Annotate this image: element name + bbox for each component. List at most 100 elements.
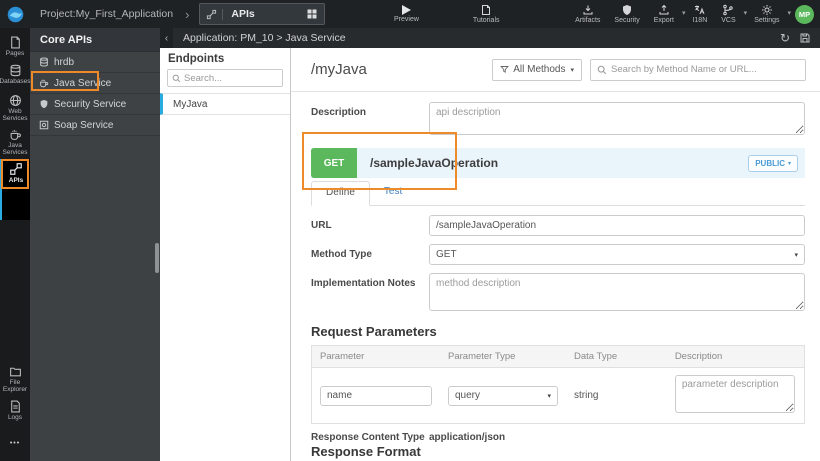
coffee-icon <box>39 78 49 88</box>
rail-item-web-services[interactable]: Web Services <box>0 94 30 123</box>
operation-path: /sampleJavaOperation <box>370 156 499 170</box>
parameter-description-textarea[interactable] <box>674 375 795 413</box>
collapse-panel-button[interactable]: ‹ <box>160 28 173 48</box>
search-icon <box>597 65 607 74</box>
page-icon <box>10 36 20 49</box>
tab-test[interactable]: Test <box>370 181 416 205</box>
caret-down-icon: ▾ <box>794 251 798 259</box>
apis-icon <box>10 163 22 175</box>
rail-item-logs[interactable]: Logs <box>0 400 30 421</box>
artifacts-button[interactable]: Artifacts <box>575 4 600 24</box>
breadcrumb-bar: ‹ Application: PM_10 > Java Service ↻ <box>160 28 820 48</box>
table-row: query ▾ string <box>312 368 805 424</box>
filter-icon <box>500 66 510 73</box>
sidebar-item-hrdb[interactable]: hrdb <box>30 52 160 73</box>
preview-button[interactable]: Preview <box>394 5 419 23</box>
operation-tabs: Define Test <box>311 181 805 206</box>
sidebar-item-security-service[interactable]: Security Service <box>30 94 160 115</box>
tutorials-button[interactable]: Tutorials <box>473 4 500 24</box>
rail-item-file-explorer[interactable]: File Explorer <box>0 365 30 394</box>
branch-icon <box>723 4 734 16</box>
sidebar-item-soap-service[interactable]: Soap Service <box>30 115 160 136</box>
caret-down-icon: ▾ <box>787 160 791 167</box>
parameter-name-input[interactable] <box>320 385 432 406</box>
rail-item-apis[interactable]: APIs <box>0 159 30 220</box>
sidebar-item-label: Soap Service <box>54 119 114 131</box>
service-title: /myJava <box>311 61 367 78</box>
request-parameters-title: Request Parameters <box>311 324 437 339</box>
sidebar-item-label: Java Service <box>54 77 112 89</box>
database-icon <box>39 57 49 67</box>
coffee-icon <box>10 130 21 140</box>
visibility-dropdown[interactable]: PUBLIC ▾ <box>748 154 798 172</box>
i18n-button[interactable]: I18N <box>692 4 707 24</box>
tab-define[interactable]: Define <box>311 181 370 206</box>
language-icon <box>695 5 705 15</box>
apis-tab-label: APIs <box>231 8 255 20</box>
user-avatar[interactable]: MP <box>795 4 814 24</box>
download-icon <box>583 5 593 15</box>
brand-logo-icon[interactable] <box>0 0 30 28</box>
shield-icon <box>623 5 632 15</box>
parameter-type-select[interactable]: query ▾ <box>448 385 558 406</box>
response-content-type-value: application/json <box>429 432 506 443</box>
globe-icon <box>9 95 21 106</box>
description-textarea[interactable] <box>429 102 805 135</box>
core-apis-panel: Core APIs hrdb Java Service Security Ser… <box>30 28 160 461</box>
project-name[interactable]: Project:My_First_Application <box>40 8 173 20</box>
grid-icon[interactable] <box>306 8 318 20</box>
sidebar-item-label: Security Service <box>54 98 127 110</box>
security-button[interactable]: Security <box>614 4 640 24</box>
response-format-title: Response Format <box>311 444 421 459</box>
column-header: Data Type <box>566 345 667 368</box>
sidebar-item-java-service[interactable]: Java Service <box>30 73 160 94</box>
refresh-icon[interactable]: ↻ <box>780 31 790 45</box>
column-header: Parameter Type <box>440 345 566 368</box>
play-icon <box>401 5 411 15</box>
export-caret-icon: ▾ <box>681 10 686 17</box>
impl-notes-label: Implementation Notes <box>311 278 416 289</box>
rail-item-databases[interactable]: Databases <box>0 64 31 85</box>
apis-workspace-tab[interactable]: APIs <box>199 3 326 25</box>
rail-overflow-icon[interactable]: ••• <box>0 440 30 447</box>
document-icon <box>482 5 491 15</box>
method-type-select[interactable]: GET ▾ <box>429 244 805 265</box>
soap-icon <box>39 120 49 130</box>
data-type-value: string <box>574 390 599 401</box>
endpoint-item-myjava[interactable]: MyJava <box>160 93 290 115</box>
export-button[interactable]: Export <box>654 4 674 24</box>
main-content: /myJava All Methods ▾ Description <box>291 48 820 461</box>
caret-down-icon: ▾ <box>570 66 574 74</box>
app-window: Project:My_First_Application › APIs Prev… <box>0 0 820 461</box>
top-bar: Project:My_First_Application › APIs Prev… <box>0 0 820 28</box>
gear-icon <box>761 5 772 15</box>
rail-item-java-services[interactable]: Java Services <box>0 128 30 157</box>
core-apis-title: Core APIs <box>30 28 160 52</box>
rail-item-pages[interactable]: Pages <box>0 36 30 57</box>
description-label: Description <box>311 107 367 118</box>
request-parameters-table: Parameter Parameter Type Data Type Descr… <box>311 345 805 424</box>
folder-icon <box>9 367 21 377</box>
shield-icon <box>39 99 49 109</box>
url-input[interactable] <box>429 215 805 236</box>
method-search-input[interactable] <box>611 64 799 75</box>
all-methods-filter[interactable]: All Methods ▾ <box>492 58 582 81</box>
operation-bar: GET /sampleJavaOperation PUBLIC ▾ <box>311 148 805 178</box>
endpoints-panel: Endpoints MyJava <box>160 48 291 461</box>
vcs-button[interactable]: VCS <box>721 4 736 24</box>
sidebar-scrollbar[interactable] <box>155 243 159 273</box>
service-header: /myJava All Methods ▾ <box>291 48 820 92</box>
method-search <box>590 58 806 81</box>
left-rail: Pages Databases Web Services Java Servic… <box>0 28 31 461</box>
endpoints-search <box>167 69 283 87</box>
breadcrumb: Application: PM_10 > Java Service <box>183 32 346 44</box>
url-label: URL <box>311 220 332 231</box>
endpoints-search-input[interactable] <box>184 72 274 84</box>
settings-caret-icon: ▾ <box>787 10 791 17</box>
impl-notes-textarea[interactable] <box>429 273 805 311</box>
method-badge[interactable]: GET <box>311 148 357 178</box>
apis-tab-icon <box>206 8 224 20</box>
settings-button[interactable]: Settings <box>754 4 779 24</box>
sidebar-item-label: hrdb <box>54 56 75 68</box>
save-icon[interactable] <box>799 32 811 44</box>
